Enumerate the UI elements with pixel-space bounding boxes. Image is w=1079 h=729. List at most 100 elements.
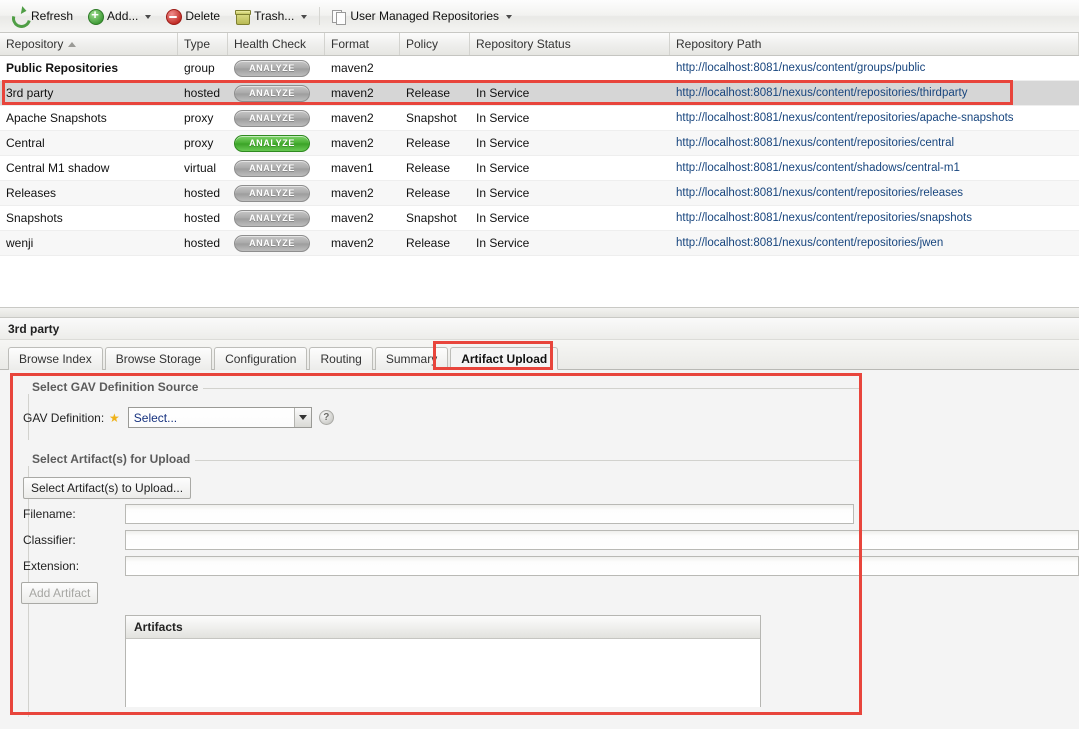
cell-repository-path: http://localhost:8081/nexus/content/repo… [670,206,1079,230]
cell-format: maven2 [331,236,374,250]
cell-policy: Release [406,161,451,175]
cell-repository: Public Repositories [6,61,119,75]
table-row[interactable]: wenji hosted ANALYZE maven2 Release In Servic… [0,231,1079,256]
add-button[interactable]: Add... [82,4,158,28]
tab-configuration[interactable]: Configuration [214,347,308,370]
extension-input[interactable] [125,556,1079,576]
filename-row: Filename: [23,504,1073,524]
analyze-button[interactable]: ANALYZE [234,59,310,77]
column-header-format[interactable]: Format [325,33,400,55]
cell-type: virtual [184,161,217,175]
gav-section-legend: Select GAV Definition Source [28,380,204,394]
artifacts-grid-header: Artifacts [126,616,760,639]
cell-repository-status: In Service [476,111,530,125]
analyze-button[interactable]: ANALYZE [234,159,310,177]
repository-path-link[interactable]: http://localhost:8081/nexus/content/repo… [676,112,1014,124]
table-row[interactable]: 3rd party hosted ANALYZE maven2 Release In Se… [0,81,1079,106]
cell-policy: Release [406,86,451,100]
column-header-repository-path[interactable]: Repository Path [670,33,1079,55]
tab-browse-storage[interactable]: Browse Storage [104,347,213,370]
repositories-toolbar: Refresh Add... Delete Trash... User Mana… [0,0,1079,33]
chevron-down-icon [145,15,152,19]
cell-repository-path: http://localhost:8081/nexus/content/repo… [670,131,1079,155]
tab-routing[interactable]: Routing [309,347,373,370]
table-row[interactable]: Central M1 shadow virtual ANALYZE maven1 Rel… [0,156,1079,181]
column-header-repository[interactable]: Repository [0,33,178,55]
column-header-format-label: Format [331,37,370,51]
trash-button[interactable]: Trash... [229,4,314,28]
cell-repository-status: In Service [476,86,530,100]
cell-health-check: ANALYZE [228,56,325,80]
select-artifacts-legend: Select Artifact(s) for Upload [28,452,196,466]
user-managed-repositories-button[interactable]: User Managed Repositories [325,4,519,28]
gav-definition-select[interactable]: Select... [127,407,312,428]
artifact-upload-panel: Select GAV Definition Source GAV Definit… [0,370,1079,728]
repository-path-link[interactable]: http://localhost:8081/nexus/content/repo… [676,137,954,149]
cell-type: group [184,61,215,75]
repositories-grid: Repository Type Health Check Format Poli… [0,33,1079,307]
cell-format: maven2 [331,111,374,125]
repository-path-link[interactable]: http://localhost:8081/nexus/content/repo… [676,187,963,199]
chevron-down-icon [301,15,308,19]
tab-summary[interactable]: Summary [374,347,449,370]
table-row[interactable]: Apache Snapshots proxy ANALYZE maven2 Snapsh… [0,106,1079,131]
filename-label: Filename: [23,507,76,521]
cell-policy: Snapshot [406,111,457,125]
cell-repository: wenji [6,236,34,250]
cell-repository: Central M1 shadow [6,161,110,175]
repository-path-link[interactable]: http://localhost:8081/nexus/content/repo… [676,87,968,99]
table-row[interactable]: Central proxy ANALYZE maven2 Release In Servi… [0,131,1079,156]
cell-repository-status: In Service [476,211,530,225]
trash-button-label: Trash... [254,9,295,23]
cell-type: proxy [184,111,214,125]
add-artifact-button[interactable]: Add Artifact [21,582,99,604]
repository-path-link[interactable]: http://localhost:8081/nexus/content/shad… [676,162,960,174]
classifier-input[interactable] [125,530,1079,550]
analyze-button[interactable]: ANALYZE [234,134,310,152]
grid-header-row: Repository Type Health Check Format Poli… [0,33,1079,56]
table-row[interactable]: Snapshots hosted ANALYZE maven2 Snapshot In S… [0,206,1079,231]
delete-button[interactable]: Delete [160,4,227,28]
analyze-button[interactable]: ANALYZE [234,234,310,252]
column-header-repository-path-label: Repository Path [676,37,762,51]
pages-icon [330,8,347,25]
cell-type: hosted [184,236,221,250]
column-header-health-check[interactable]: Health Check [228,33,325,55]
refresh-button[interactable]: Refresh [6,4,80,28]
repository-path-link[interactable]: http://localhost:8081/nexus/content/repo… [676,212,972,224]
repository-path-link[interactable]: http://localhost:8081/nexus/content/grou… [676,62,925,74]
table-row[interactable]: Releases hosted ANALYZE maven2 Release In Ser… [0,181,1079,206]
help-icon[interactable]: ? [318,410,334,425]
artifacts-grid-body[interactable] [126,639,760,707]
cell-policy: Release [406,236,451,250]
cell-repository-path: http://localhost:8081/nexus/content/repo… [670,81,1079,105]
filename-input[interactable] [125,504,854,524]
cell-health-check: ANALYZE [228,231,325,255]
column-header-repository-status[interactable]: Repository Status [470,33,670,55]
analyze-button[interactable]: ANALYZE [234,109,310,127]
column-header-policy[interactable]: Policy [400,33,470,55]
cell-health-check: ANALYZE [228,156,325,180]
gav-definition-dropdown-button[interactable] [293,408,311,427]
cell-repository: Central [6,136,45,150]
gav-definition-label: GAV Definition: [23,410,105,425]
analyze-button[interactable]: ANALYZE [234,209,310,227]
analyze-button[interactable]: ANALYZE [234,184,310,202]
cell-health-check: ANALYZE [228,206,325,230]
cell-type: proxy [184,136,214,150]
cell-repository-path: http://localhost:8081/nexus/content/repo… [670,181,1079,205]
table-row[interactable]: Public Repositories group ANALYZE maven2 htt… [0,56,1079,81]
select-artifacts-to-upload-button[interactable]: Select Artifact(s) to Upload... [23,477,192,499]
column-header-health-check-label: Health Check [234,37,307,51]
tab-artifact-upload[interactable]: Artifact Upload [450,347,559,370]
column-header-type[interactable]: Type [178,33,228,55]
panel-splitter[interactable] [0,307,1079,318]
add-circle-icon [87,6,105,25]
analyze-button[interactable]: ANALYZE [234,84,310,102]
repository-path-link[interactable]: http://localhost:8081/nexus/content/repo… [676,237,943,249]
user-managed-repositories-label: User Managed Repositories [350,9,500,23]
nexus-repositories-page: Refresh Add... Delete Trash... User Mana… [0,0,1079,729]
cell-repository-path: http://localhost:8081/nexus/content/repo… [670,106,1079,130]
required-star-icon: ★ [109,410,120,425]
tab-browse-index[interactable]: Browse Index [8,347,103,370]
